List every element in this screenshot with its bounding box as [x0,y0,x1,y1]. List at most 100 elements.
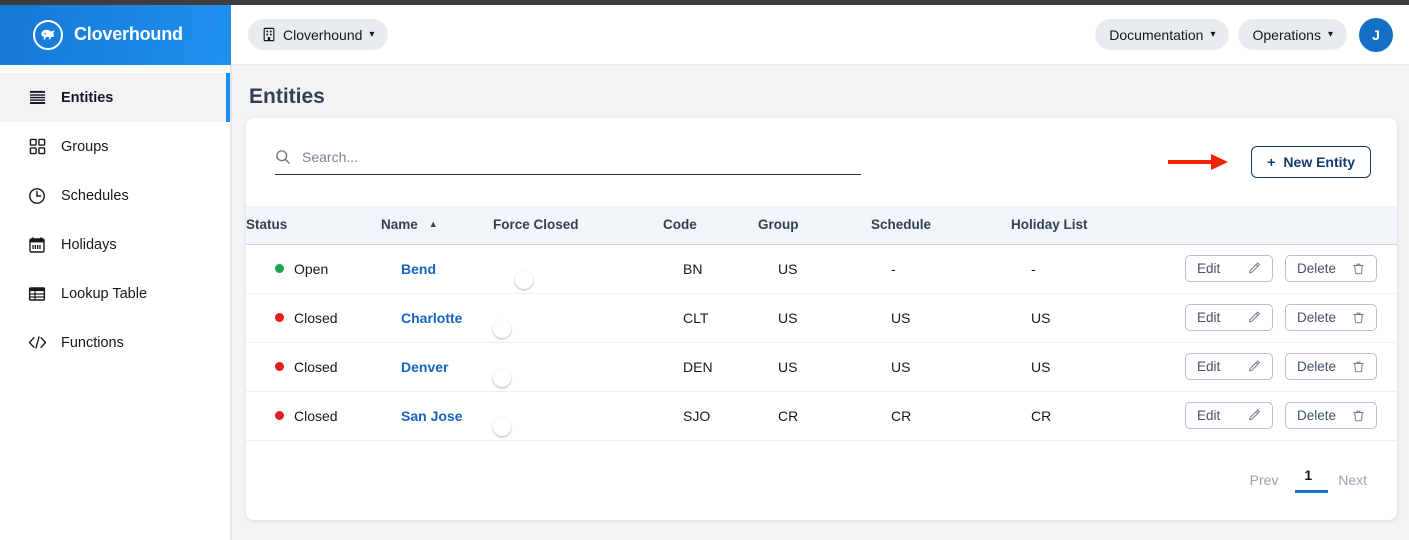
sidebar-item-holidays[interactable]: Holidays [0,220,230,269]
new-entity-label: New Entity [1283,154,1355,170]
red-arrow-annotation [1167,151,1229,173]
status-label: Closed [294,358,338,375]
chevron-down-icon: ▾ [369,28,375,40]
column-label: Name [381,217,418,233]
cell-actions: Edit Delete [1171,342,1397,392]
documentation-menu[interactable]: Documentation ▾ [1095,19,1230,50]
column-header-holiday-list[interactable]: Holiday List [1011,206,1171,245]
table-row: Open Bend BN US - - Edit Delete [246,244,1397,294]
cell-force-closed [493,391,663,441]
entity-name-link[interactable]: Denver [401,359,448,375]
pagination-page-1[interactable]: 1 [1295,467,1328,493]
cell-holiday-list: US [1011,342,1171,392]
entity-name-link[interactable]: Charlotte [401,310,462,326]
column-label: Holiday List [1011,217,1088,233]
search-box[interactable] [275,149,861,175]
cell-holiday-list: CR [1011,391,1171,441]
column-header-group[interactable]: Group [758,206,871,245]
chevron-down-icon: ▾ [1210,28,1216,40]
chevron-down-icon: ▾ [1327,28,1333,40]
sidebar-item-schedules[interactable]: Schedules [0,171,230,220]
status-label: Open [294,260,329,277]
cell-schedule: - [871,244,1011,294]
delete-label: Delete [1296,359,1336,374]
delete-button[interactable]: Delete [1284,353,1377,380]
column-header-actions [1171,206,1397,245]
sidebar-item-functions[interactable]: Functions [0,318,230,367]
card-toolbar: + New Entity [246,118,1397,206]
pencil-icon [1248,360,1261,373]
column-header-force-closed[interactable]: Force Closed [493,206,663,245]
cell-code: BN [663,244,758,294]
new-entity-button[interactable]: + New Entity [1251,146,1371,178]
cell-actions: Edit Delete [1171,293,1397,343]
cell-schedule: CR [871,391,1011,441]
cell-actions: Edit Delete [1171,244,1397,294]
sort-ascending-icon: ▲ [428,219,438,230]
status-dot [275,411,284,420]
trash-icon [1352,360,1365,373]
status-label: Closed [294,407,338,424]
column-label: Schedule [871,217,932,233]
pencil-icon [1248,409,1261,422]
delete-button[interactable]: Delete [1284,402,1377,429]
entities-card: + New Entity Status Name ▲ [246,118,1397,520]
sidebar-item-groups[interactable]: Groups [0,122,230,171]
avatar[interactable]: J [1359,17,1393,52]
delete-button[interactable]: Delete [1284,255,1377,282]
cell-name: San Jose [381,391,493,441]
edit-label: Edit [1196,310,1221,325]
app-root: Cloverhound Cloverhound ▾ Documentation [0,0,1409,540]
column-label: Code [663,217,697,233]
sidebar-item-label: Schedules [61,187,129,204]
column-header-name[interactable]: Name ▲ [381,206,493,245]
cell-status: Closed [246,293,381,343]
cell-schedule: US [871,293,1011,343]
column-header-schedule[interactable]: Schedule [871,206,1011,245]
cell-name: Bend [381,244,493,294]
sidebar-item-entities[interactable]: Entities [0,73,230,122]
delete-button[interactable]: Delete [1284,304,1377,331]
hound-logo-icon [33,19,63,50]
sidebar: Entities Groups Schedules Holidays Looku… [0,65,231,540]
cell-code: DEN [663,342,758,392]
pagination-next[interactable]: Next [1338,472,1367,488]
edit-button[interactable]: Edit [1184,304,1273,331]
edit-label: Edit [1196,359,1221,374]
topbar-actions: Documentation ▾ Operations ▾ J [1095,17,1409,52]
sidebar-item-label: Lookup Table [61,285,148,302]
search-input[interactable] [302,149,861,165]
table-header-row: Status Name ▲ Force Closed Code Group Sc… [246,206,1397,245]
cell-status: Open [246,244,381,294]
plus-icon: + [1267,154,1276,170]
list-stack-icon [27,88,47,108]
cell-holiday-list: US [1011,293,1171,343]
sidebar-item-label: Functions [61,334,124,351]
cell-code: CLT [663,293,758,343]
cell-force-closed [493,244,663,294]
entities-table: Status Name ▲ Force Closed Code Group Sc… [246,206,1397,441]
pagination-prev[interactable]: Prev [1250,472,1279,488]
tenant-label: Cloverhound [283,26,363,43]
cell-status: Closed [246,342,381,392]
cell-force-closed [493,293,663,343]
entity-name-link[interactable]: Bend [401,261,436,277]
edit-button[interactable]: Edit [1184,353,1273,380]
edit-button[interactable]: Edit [1184,402,1273,429]
tenant-selector[interactable]: Cloverhound ▾ [248,19,389,50]
cell-group: CR [758,391,871,441]
table-body: Open Bend BN US - - Edit Delete Closed Charlotte C… [246,244,1397,441]
column-label: Status [246,217,288,233]
column-header-code[interactable]: Code [663,206,758,245]
cell-holiday-list: - [1011,244,1171,294]
edit-button[interactable]: Edit [1184,255,1273,282]
entity-name-link[interactable]: San Jose [401,408,462,424]
operations-menu[interactable]: Operations ▾ [1238,19,1347,50]
sidebar-item-label: Entities [61,89,114,106]
sidebar-item-lookup-table[interactable]: Lookup Table [0,269,230,318]
delete-label: Delete [1296,408,1336,423]
table-row: Closed San Jose SJO CR CR CR Edit Delete [246,391,1397,441]
brand-logo-area[interactable]: Cloverhound [0,4,231,65]
column-header-status[interactable]: Status [246,206,381,245]
code-brackets-icon [27,333,47,353]
